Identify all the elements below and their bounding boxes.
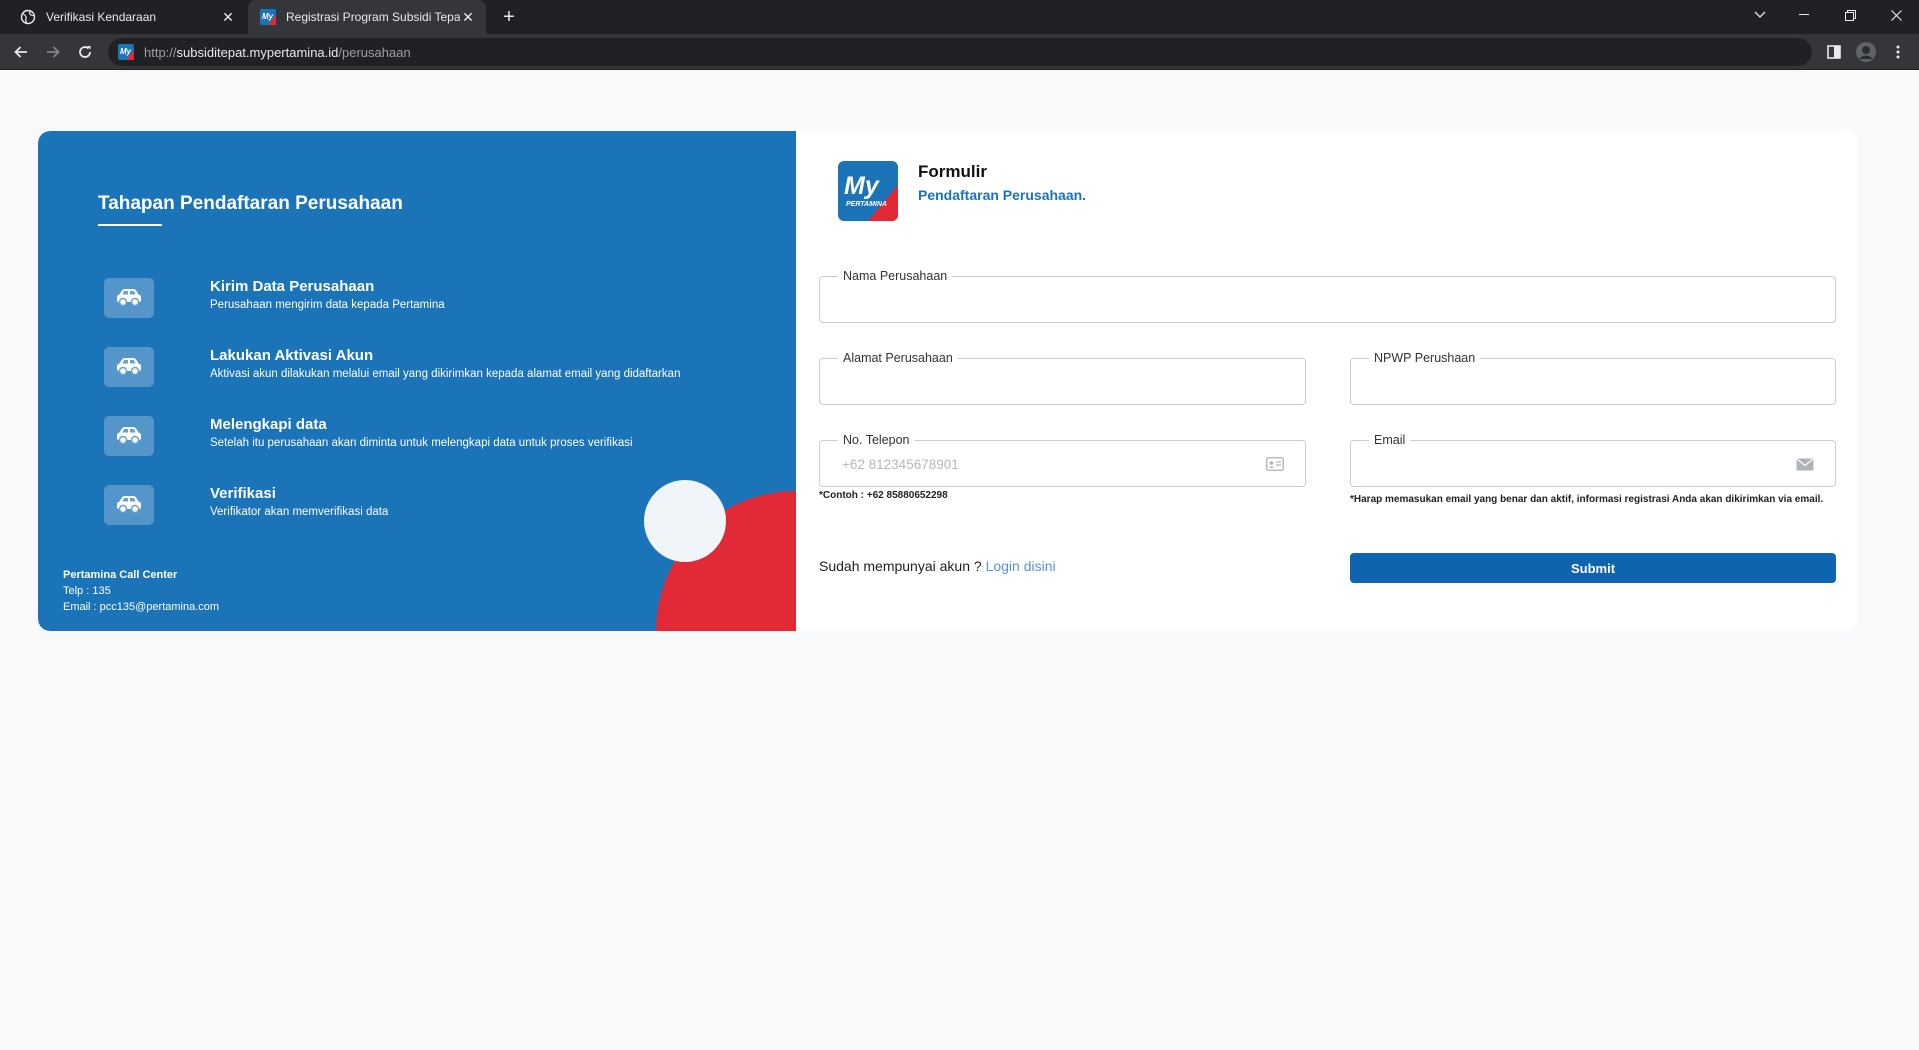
step-melengkapi-data: Melengkapi data Setelah itu perusahaan a… [104, 416, 764, 460]
field-label: Alamat Perusahaan [838, 350, 958, 366]
logo-text: My [844, 172, 880, 200]
close-icon[interactable]: ✕ [220, 9, 236, 25]
close-icon[interactable]: ✕ [460, 9, 476, 25]
call-center-info: Pertamina Call Center Telp : 135 Email :… [63, 567, 219, 615]
svg-text:My: My [262, 12, 274, 21]
alamat-perusahaan-field: Alamat Perusahaan [819, 350, 1306, 405]
forward-arrow-icon[interactable] [41, 40, 65, 64]
browser-toolbar: My http://subsiditepat.mypertamina.id/pe… [0, 34, 1919, 70]
envelope-icon [1795, 455, 1815, 473]
call-center-title: Pertamina Call Center [63, 569, 178, 581]
car-icon [104, 416, 154, 456]
form-subtitle: Pendaftaran Perusahaan. [918, 187, 1087, 203]
step-description: Setelah itu perusahaan akan diminta untu… [210, 437, 633, 449]
telepon-input[interactable] [842, 454, 1245, 474]
step-description: Verifikator akan memverifikasi data [210, 506, 389, 518]
profile-avatar[interactable] [1854, 40, 1878, 64]
svg-text:My: My [120, 47, 132, 56]
steps-title: Tahapan Pendaftaran Perusahaan [98, 193, 403, 214]
address-bar[interactable]: My http://subsiditepat.mypertamina.id/pe… [108, 38, 1812, 66]
side-panel-icon[interactable] [1822, 40, 1846, 64]
step-kirim-data: Kirim Data Perusahaan Perusahaan mengiri… [104, 278, 764, 322]
nama-perusahaan-field: Nama Perusahaan [819, 268, 1836, 323]
menu-kebab-icon[interactable] [1886, 40, 1910, 64]
restore-icon[interactable] [1827, 0, 1873, 30]
tab-verifikasi-kendaraan[interactable]: Verifikasi Kendaraan ✕ [8, 0, 246, 34]
call-center-email: Email : pcc135@pertamina.com [63, 601, 220, 613]
new-tab-button[interactable]: + [498, 7, 520, 29]
reload-icon[interactable] [73, 40, 97, 64]
login-link[interactable]: Login disini [986, 558, 1056, 574]
car-icon [104, 347, 154, 387]
login-prompt-text: Sudah mempunyai akun ? [819, 558, 986, 574]
decorative-white-circle [644, 480, 726, 562]
url-text: http://subsiditepat.mypertamina.id/perus… [144, 44, 411, 60]
telepon-field: No. Telepon [819, 432, 1306, 487]
field-label: Email [1369, 432, 1411, 448]
step-title: Kirim Data Perusahaan [210, 278, 375, 295]
browser-tabbar: Verifikasi Kendaraan ✕ My Registrasi Pro… [0, 0, 1919, 34]
submit-button[interactable]: Submit [1350, 553, 1836, 583]
form-title: Formulir [918, 162, 987, 181]
back-arrow-icon[interactable] [9, 40, 33, 64]
mypertamina-favicon-icon: My [118, 44, 134, 60]
car-icon [104, 278, 154, 318]
mypertamina-favicon-icon: My [260, 9, 276, 25]
step-title: Lakukan Aktivasi Akun [210, 347, 374, 364]
email-hint: *Harap memasukan email yang benar dan ak… [1350, 494, 1824, 505]
registration-card: Tahapan Pendaftaran Perusahaan Kirim Dat… [38, 131, 1858, 631]
registration-steps-panel: Tahapan Pendaftaran Perusahaan Kirim Dat… [38, 131, 796, 631]
email-field: Email [1350, 432, 1836, 487]
field-label: Nama Perusahaan [838, 268, 953, 284]
car-icon [104, 485, 154, 525]
logo-subtext: PERTAMINA [846, 201, 887, 208]
step-title: Melengkapi data [210, 416, 327, 433]
field-label: No. Telepon [838, 432, 915, 448]
mypertamina-logo: My PERTAMINA [838, 161, 898, 221]
npwp-input[interactable] [1373, 372, 1775, 392]
step-description: Perusahaan mengirim data kepada Pertamin… [210, 299, 445, 311]
call-center-phone: Telp : 135 [63, 585, 111, 597]
nama-perusahaan-input[interactable] [842, 290, 1775, 310]
step-description: Aktivasi akun dilakukan melalui email ya… [210, 368, 681, 380]
npwp-field: NPWP Perushaan [1350, 350, 1836, 405]
close-window-icon[interactable] [1873, 0, 1919, 30]
email-input[interactable] [1373, 454, 1775, 474]
tab-search-icon[interactable] [1737, 0, 1783, 30]
login-prompt: Sudah mempunyai akun ? Login disini [819, 558, 1056, 574]
title-underline [98, 224, 162, 226]
step-title: Verifikasi [210, 485, 276, 502]
tab-title: Verifikasi Kendaraan [46, 10, 157, 24]
tab-registrasi-program[interactable]: My Registrasi Program Subsidi Tepat ✕ [248, 0, 486, 34]
id-card-icon [1265, 455, 1285, 473]
alamat-perusahaan-input[interactable] [842, 372, 1245, 392]
tab-title: Registrasi Program Subsidi Tepat [286, 10, 460, 24]
step-aktivasi-akun: Lakukan Aktivasi Akun Aktivasi akun dila… [104, 347, 764, 391]
phone-example-hint: *Contoh : +62 85880652298 [819, 490, 948, 501]
globe-icon [20, 9, 36, 25]
minimize-icon[interactable] [1781, 0, 1827, 30]
field-label: NPWP Perushaan [1369, 350, 1481, 366]
